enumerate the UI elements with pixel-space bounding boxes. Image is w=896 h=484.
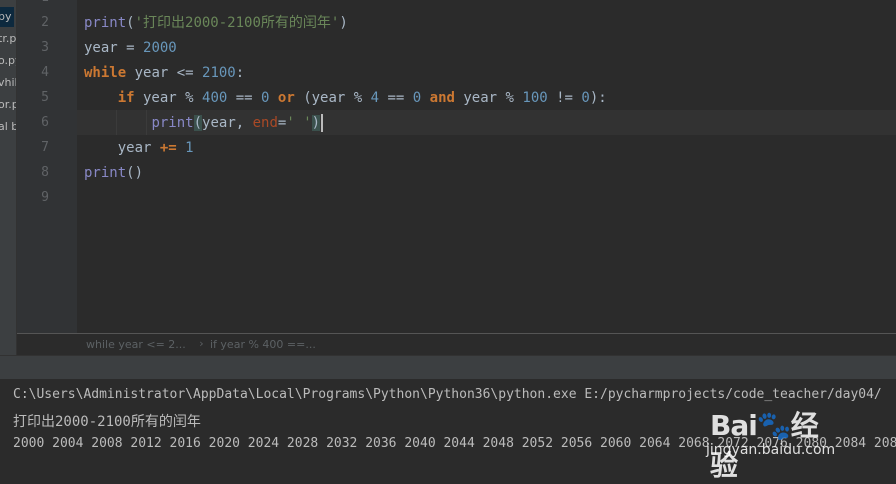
code-token: print — [84, 15, 127, 31]
code-token: ): — [589, 90, 607, 106]
code-line[interactable]: print('打印出2000-2100所有的闰年') — [84, 11, 348, 36]
line-number: 6 — [41, 115, 49, 130]
code-token: ( — [126, 15, 135, 31]
code-token: : — [235, 65, 245, 81]
code-token: year — [84, 140, 160, 156]
line-number-gutter: 1 2 3 4 5 6 7 8 9 — [17, 0, 77, 333]
breadcrumb-item-while[interactable]: while year <= 2... — [86, 338, 186, 351]
baidu-jingyan-watermark: Bai🐾经验 jingyan.baidu.com — [704, 404, 844, 482]
code-line[interactable]: while year <= 2100: — [84, 61, 244, 86]
watermark-site: jingyan.baidu.com — [706, 442, 836, 458]
line-number: 2 — [41, 15, 49, 30]
code-token: 100 — [522, 90, 548, 106]
line-number: 4 — [41, 65, 49, 80]
line-number: 1 — [17, 0, 49, 5]
breadcrumb-item-if[interactable]: if year % 400 ==... — [210, 338, 316, 351]
code-token: year, — [202, 115, 253, 131]
code-line[interactable]: year += 1 — [84, 136, 194, 161]
code-token: == — [379, 90, 413, 106]
project-file-item[interactable]: o.py — [0, 51, 16, 71]
code-token: if — [117, 90, 135, 106]
code-token: 2000 — [143, 40, 177, 56]
run-tool-window-header — [0, 355, 896, 380]
code-token: 2100 — [202, 65, 236, 81]
run-command-line: C:\Users\Administrator\AppData\Local\Pro… — [13, 387, 882, 402]
code-token: 0 — [412, 90, 422, 106]
code-token: '打印出2000-2100所有的闰年' — [134, 15, 340, 31]
code-token: (year % — [294, 90, 371, 106]
project-file-item[interactable]: al b — [0, 117, 16, 137]
breadcrumb: while year <= 2... › if year % 400 ==... — [17, 333, 896, 356]
code-token: year = — [84, 40, 144, 56]
code-line[interactable]: year = 2000 — [84, 36, 177, 61]
code-token: 400 — [202, 90, 228, 106]
code-editor[interactable]: print('打印出2000-2100所有的闰年') year = 2000 whi… — [77, 0, 896, 333]
code-token: year <= — [126, 65, 203, 81]
code-line[interactable]: print() — [84, 161, 143, 186]
code-token: ) — [311, 115, 321, 131]
code-token: or — [277, 90, 295, 106]
code-token: == — [227, 90, 262, 106]
code-token: 0 — [581, 90, 590, 106]
code-token: print — [84, 165, 127, 181]
line-number: 5 — [41, 90, 49, 105]
code-token: print — [151, 115, 194, 131]
run-output-line-1: 打印出2000-2100所有的闰年 — [13, 414, 201, 430]
project-file-item[interactable]: or.p — [0, 95, 16, 115]
project-file-item[interactable]: py — [0, 7, 14, 27]
project-file-item[interactable]: vhil — [0, 73, 16, 93]
code-token: ( — [193, 115, 203, 131]
code-token: year % — [454, 90, 523, 106]
breadcrumb-separator: › — [198, 337, 205, 350]
code-token: year % — [134, 90, 203, 106]
project-file-item[interactable]: tr.p — [0, 29, 16, 49]
code-token: ) — [339, 15, 348, 31]
code-token: += — [159, 140, 177, 156]
code-token: end — [252, 115, 278, 131]
code-line[interactable]: if year % 400 == 0 or (year % 4 == 0 and… — [84, 86, 607, 111]
line-number: 3 — [41, 40, 49, 55]
line-number: 7 — [41, 140, 49, 155]
code-token: while — [84, 65, 127, 81]
code-token: and — [429, 90, 455, 106]
code-line[interactable]: print(year, end=' ') — [84, 111, 324, 136]
code-token: () — [126, 165, 144, 181]
code-token: 1 — [185, 140, 194, 156]
code-token: != — [547, 90, 582, 106]
line-number: 8 — [41, 165, 49, 180]
code-token: ' ' — [286, 115, 312, 131]
line-number: 9 — [41, 190, 49, 205]
code-token: 4 — [370, 90, 380, 106]
project-sidebar: py tr.p o.py vhil or.p al b — [0, 0, 17, 355]
text-caret — [321, 114, 324, 132]
